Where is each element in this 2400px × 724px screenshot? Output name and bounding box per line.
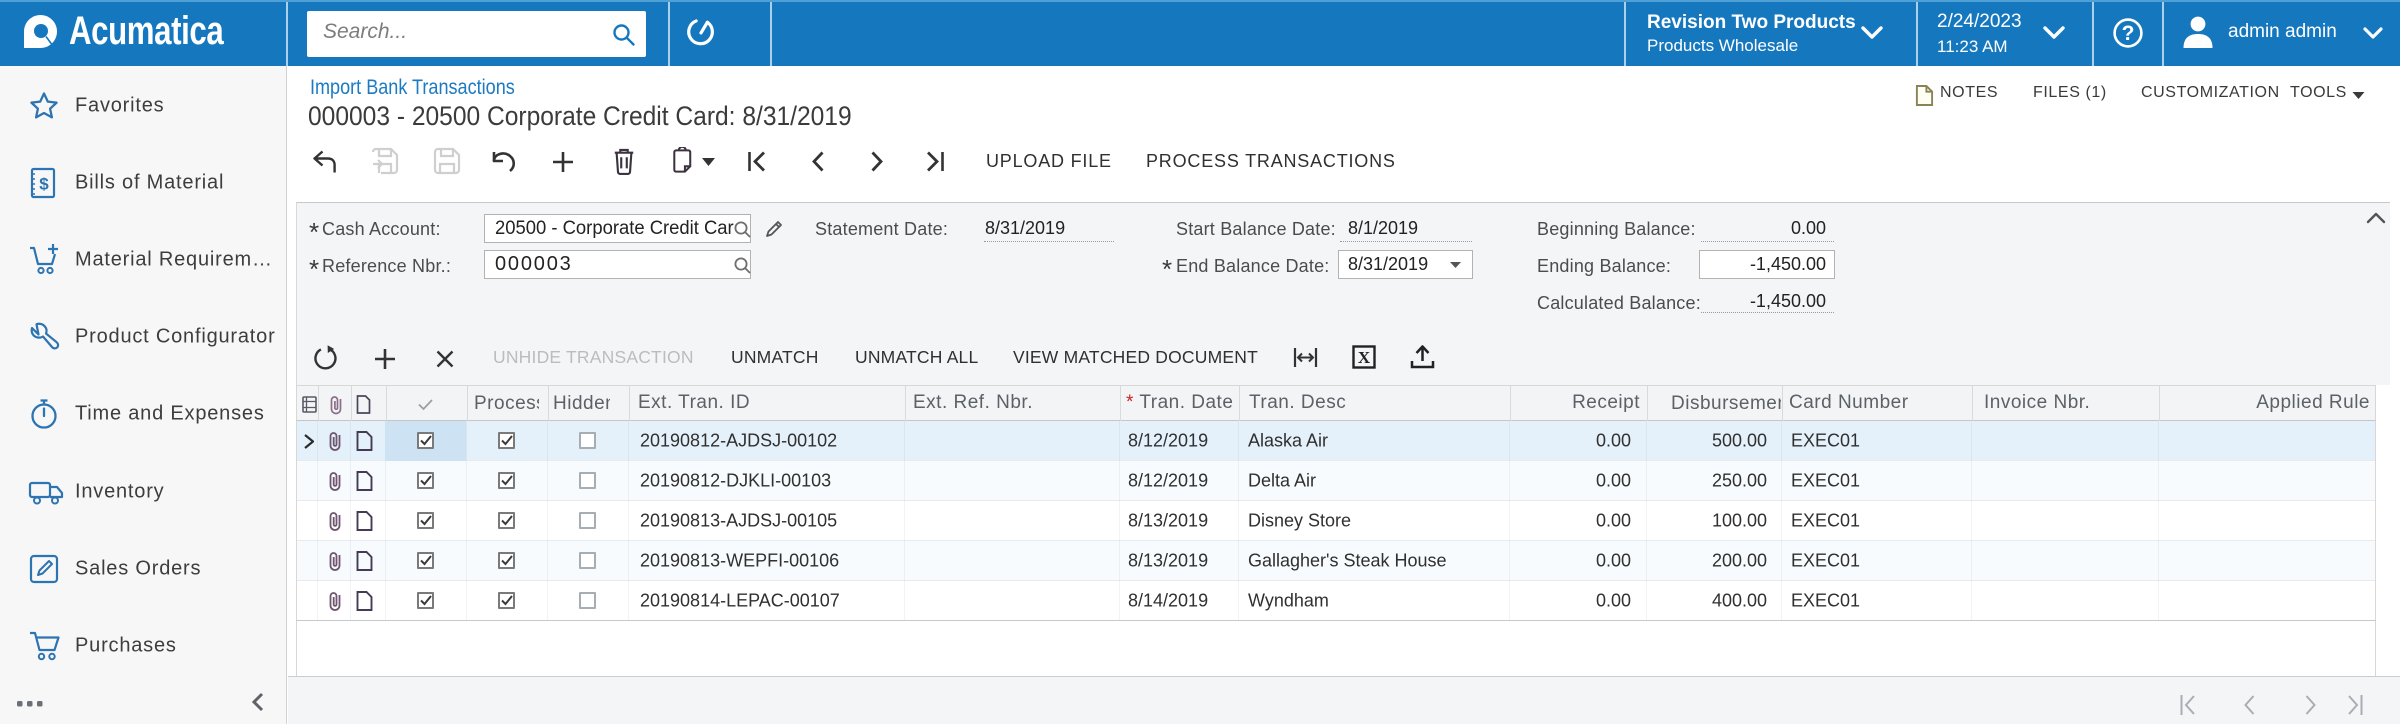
svg-text:$: $ — [39, 175, 49, 194]
svg-text:X: X — [1358, 348, 1371, 367]
svg-text:?: ? — [2122, 22, 2135, 45]
